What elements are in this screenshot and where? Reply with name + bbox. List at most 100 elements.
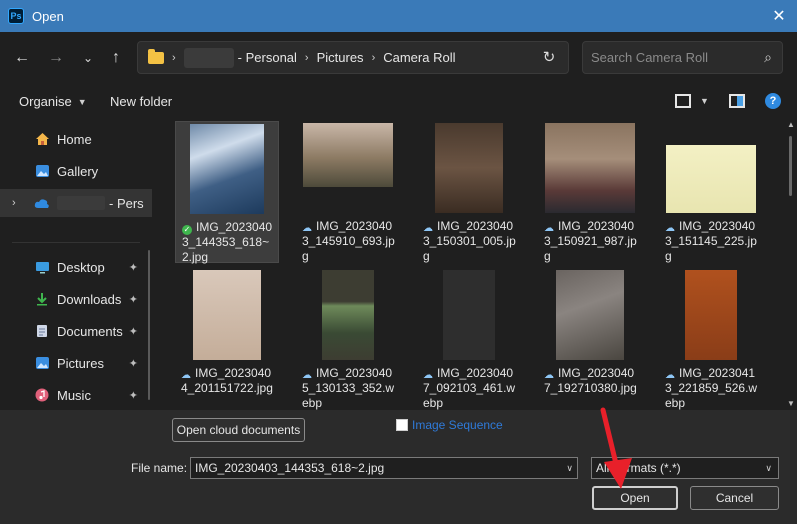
caret-down-icon: ▼ — [77, 96, 87, 107]
chevron-right-icon: › — [371, 51, 376, 64]
breadcrumb-camera-roll[interactable]: Camera Roll — [383, 50, 455, 65]
new-folder-button[interactable]: New folder — [110, 94, 172, 109]
chevron-down-icon[interactable]: ∨ — [566, 463, 573, 474]
file-tile[interactable]: ☁ IMG_20230403_150301_005.jpg — [417, 121, 521, 263]
help-icon[interactable]: ? — [765, 93, 781, 109]
forward-arrow-icon[interactable]: → — [46, 48, 66, 68]
cloud-icon: ☁ — [181, 370, 191, 381]
sidebar-item-label: Home — [57, 131, 92, 147]
file-tile[interactable]: ☁ IMG_20230403_145910_693.jpg — [296, 121, 400, 263]
cloud-icon: ☁ — [302, 370, 312, 381]
recent-locations-icon[interactable]: ⌄ — [78, 48, 98, 68]
image-sequence-checkbox[interactable] — [396, 419, 408, 431]
organise-label: Organise — [19, 94, 72, 109]
chevron-right-icon: › — [172, 51, 176, 64]
preview-pane-icon[interactable] — [729, 94, 745, 108]
file-type-select[interactable]: All Formats (*.*) ∨ — [591, 457, 779, 479]
window-title: Open — [32, 8, 64, 24]
image-thumbnail — [556, 270, 624, 360]
caret-down-icon[interactable]: ▼ — [700, 96, 709, 106]
chevron-right-icon[interactable]: › — [12, 197, 16, 209]
cloud-icon: ☁ — [544, 223, 554, 234]
file-name: ☁ IMG_20230407_192710380.jpg — [544, 366, 637, 395]
file-list-scrollbar[interactable]: ▲ ▼ — [785, 118, 797, 410]
sidebar-item-onedrive[interactable]: › - Pers — [0, 189, 152, 217]
cloud-icon: ☁ — [544, 370, 554, 381]
file-name: ☁ IMG_20230405_130133_352.webp — [302, 366, 395, 410]
sidebar-item-label: Downloads — [57, 291, 122, 307]
sidebar-item-home[interactable]: Home — [0, 125, 152, 153]
search-box[interactable]: ⌕ — [582, 41, 783, 74]
cancel-button[interactable]: Cancel — [690, 486, 779, 510]
image-thumbnail — [685, 270, 737, 360]
back-arrow-icon[interactable]: ← — [12, 48, 32, 68]
file-tile[interactable]: ☁ IMG_20230405_130133_352.webp — [296, 268, 400, 410]
pin-icon[interactable]: ✦ — [129, 389, 138, 402]
refresh-icon[interactable]: ↻ — [540, 48, 558, 66]
cloud-icon: ☁ — [665, 370, 675, 381]
music-icon — [34, 387, 50, 403]
image-thumbnail — [666, 145, 756, 213]
sidebar-item-label: Music — [57, 387, 91, 403]
pin-icon[interactable]: ✦ — [129, 293, 138, 306]
file-tile[interactable]: ☁ IMG_20230404_201151722.jpg — [175, 268, 279, 410]
image-thumbnail — [545, 123, 635, 213]
file-name: ☁ IMG_20230403_151145_225.jpg — [665, 219, 757, 263]
sidebar-item-desktop[interactable]: Desktop ✦ — [0, 253, 152, 281]
image-thumbnail — [303, 123, 393, 187]
file-tile[interactable]: ☁ IMG_20230403_151145_225.jpg — [659, 121, 763, 263]
cloud-icon: ☁ — [423, 223, 433, 234]
file-name-value: IMG_20230403_144353_618~2.jpg — [195, 461, 385, 475]
scroll-up-icon[interactable]: ▲ — [787, 120, 795, 129]
sidebar-item-music[interactable]: Music ✦ — [0, 381, 152, 409]
navigation-pane: Home Gallery › - Pers Desktop ✦ Download… — [0, 118, 152, 410]
file-name-input[interactable]: IMG_20230403_144353_618~2.jpg ∨ — [190, 457, 578, 479]
chevron-down-icon[interactable]: ∨ — [765, 463, 772, 474]
sidebar-item-label: Documents — [57, 323, 123, 339]
gallery-icon — [34, 163, 50, 179]
sidebar-item-pictures[interactable]: Pictures ✦ — [0, 349, 152, 377]
sidebar-item-documents[interactable]: Documents ✦ — [0, 317, 152, 345]
up-arrow-icon[interactable]: ↑ — [106, 48, 126, 68]
desktop-icon — [34, 259, 50, 275]
image-thumbnail — [435, 123, 503, 213]
file-tile[interactable]: ✓ IMG_20230403_144353_618~2.jpg — [175, 121, 279, 264]
organise-menu[interactable]: Organise ▼ — [19, 94, 87, 109]
home-icon — [34, 131, 50, 147]
file-tile[interactable]: ☁ IMG_20230407_092103_461.webp — [417, 268, 521, 410]
cloud-icon: ☁ — [423, 370, 433, 381]
address-bar[interactable]: › - Personal › Pictures › Camera Roll ↻ — [137, 41, 569, 74]
file-tile[interactable]: ☁ IMG_20230403_150921_987.jpg — [538, 121, 642, 263]
pin-icon[interactable]: ✦ — [129, 261, 138, 274]
sidebar-item-gallery[interactable]: Gallery — [0, 157, 152, 185]
file-name: ☁ IMG_20230403_145910_693.jpg — [302, 219, 395, 263]
open-cloud-documents-button[interactable]: Open cloud documents — [172, 418, 305, 442]
sidebar-item-downloads[interactable]: Downloads ✦ — [0, 285, 152, 313]
close-icon[interactable]: ✕ — [769, 6, 789, 26]
sidebar-scrollbar[interactable] — [148, 250, 150, 400]
image-sequence-option[interactable]: Image Sequence — [396, 418, 503, 432]
scroll-down-icon[interactable]: ▼ — [787, 399, 795, 408]
view-options-icon[interactable] — [675, 94, 691, 108]
file-tile[interactable]: ☁ IMG_20230413_221859_526.webp — [659, 268, 763, 410]
image-sequence-label[interactable]: Image Sequence — [412, 418, 503, 432]
sidebar-separator — [12, 242, 140, 243]
open-button[interactable]: Open — [592, 486, 678, 510]
pin-icon[interactable]: ✦ — [129, 325, 138, 338]
synced-check-icon: ✓ — [182, 225, 192, 235]
file-name: ☁ IMG_20230403_150921_987.jpg — [544, 219, 637, 263]
redacted-account-name — [57, 196, 105, 210]
chevron-right-icon: › — [304, 51, 309, 64]
scrollbar-thumb[interactable] — [789, 136, 792, 196]
breadcrumb-pictures[interactable]: Pictures — [317, 50, 364, 65]
redacted-account-name — [183, 47, 234, 68]
file-name: ☁ IMG_20230403_150301_005.jpg — [423, 219, 516, 263]
downloads-icon — [34, 291, 50, 307]
file-list: ✓ IMG_20230403_144353_618~2.jpg ☁ IMG_2023… — [160, 118, 785, 410]
folder-icon — [148, 48, 164, 64]
pin-icon[interactable]: ✦ — [129, 357, 138, 370]
search-input[interactable] — [583, 42, 753, 73]
file-tile[interactable]: ☁ IMG_20230407_192710380.jpg — [538, 268, 642, 410]
image-thumbnail — [322, 270, 374, 360]
breadcrumb-personal[interactable]: - Personal — [238, 50, 297, 65]
